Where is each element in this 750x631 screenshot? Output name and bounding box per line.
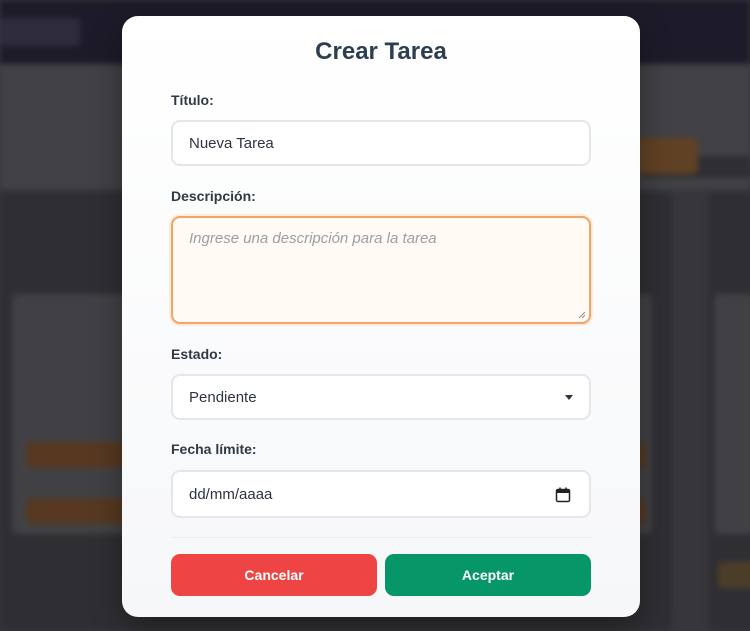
chevron-down-icon <box>565 395 573 400</box>
description-textarea[interactable]: Ingrese una descripción para la tarea <box>171 216 591 324</box>
status-selected-value: Pendiente <box>189 388 257 406</box>
calendar-icon[interactable] <box>555 487 571 503</box>
title-input-value: Nueva Tarea <box>189 134 274 152</box>
footer-divider <box>171 537 591 538</box>
cancel-button[interactable]: Cancelar <box>171 554 377 596</box>
due-date-placeholder: dd/mm/aaaa <box>189 485 273 503</box>
description-placeholder: Ingrese una descripción para la tarea <box>189 230 437 247</box>
due-date-label: Fecha límite: <box>171 441 257 457</box>
description-label: Descripción: <box>171 188 256 204</box>
status-label: Estado: <box>171 346 223 362</box>
title-input[interactable]: Nueva Tarea <box>171 120 591 166</box>
modal-title: Crear Tarea <box>315 38 447 65</box>
title-label: Título: <box>171 92 214 108</box>
status-select[interactable]: Pendiente <box>171 374 591 420</box>
accept-button[interactable]: Aceptar <box>385 554 591 596</box>
due-date-input[interactable]: dd/mm/aaaa <box>171 470 591 518</box>
resize-grip-icon[interactable] <box>578 311 586 319</box>
create-task-modal: Crear Tarea Título: Nueva Tarea Descripc… <box>122 16 640 617</box>
